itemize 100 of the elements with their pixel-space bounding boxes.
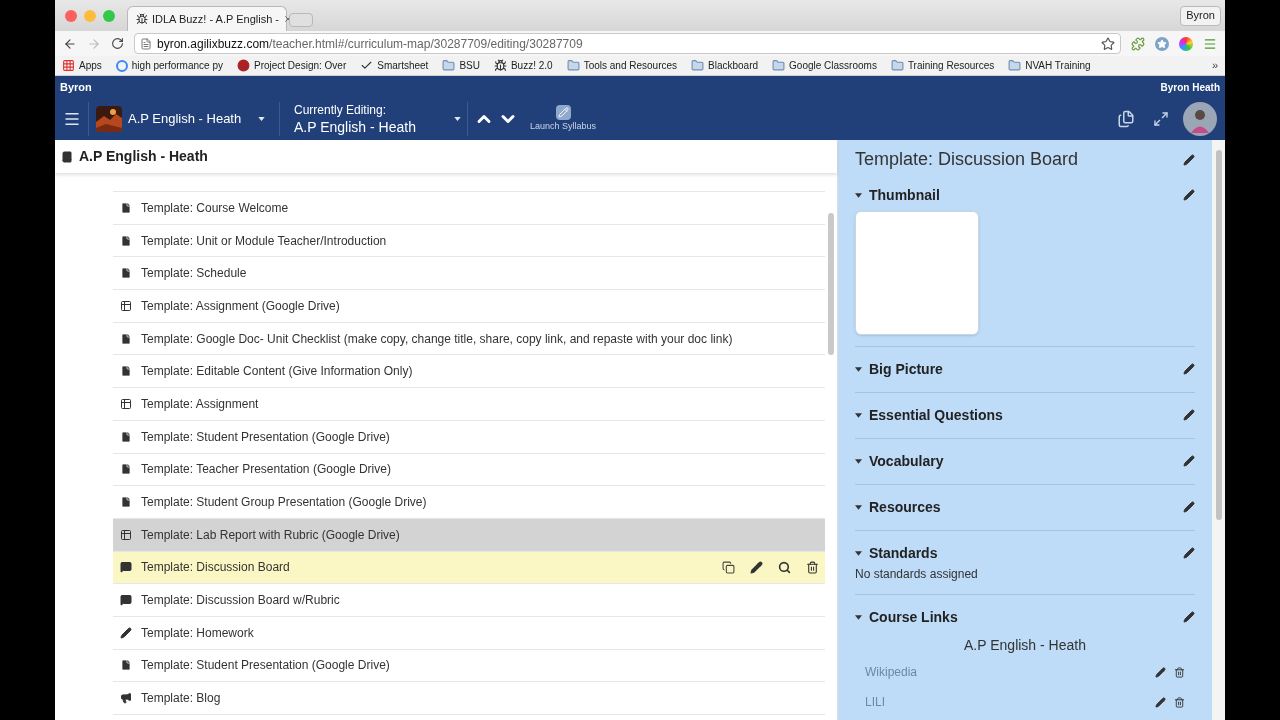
document-icon: [120, 659, 132, 672]
apps-grid-icon: [62, 59, 75, 72]
trash-icon[interactable]: [1174, 696, 1185, 708]
item-label: Template: Unit or Module Teacher/Introduction: [141, 232, 387, 250]
item-label: Template: Google Doc- Unit Checklist (make copy, change title, share, copy link, and repaste with your doc link): [141, 330, 733, 348]
folder-icon: [442, 59, 456, 72]
scrollbar-thumb[interactable]: [828, 213, 834, 355]
details-title: Template: Discussion Board: [855, 148, 1079, 171]
document-icon: [120, 496, 132, 509]
color-wheel-icon[interactable]: [1179, 36, 1193, 51]
profile-button[interactable]: Byron: [1180, 5, 1221, 26]
url-text: byron.agilixbuzz.com/teacher.html#/curriculum-map/30287709/editing/30287709: [157, 35, 583, 53]
avatar[interactable]: [1183, 102, 1217, 136]
trash-icon[interactable]: [1174, 666, 1185, 678]
speech-bubble-icon: [120, 594, 132, 607]
section-title: Vocabulary: [869, 451, 944, 471]
edit-icon[interactable]: [1183, 547, 1195, 559]
site-icon: [236, 59, 250, 72]
bookmark-link[interactable]: Buzz! 2.0: [493, 58, 553, 73]
caret-icon[interactable]: [855, 614, 862, 620]
page-icon: [140, 37, 152, 50]
bookmark-link[interactable]: Smartsheet: [360, 58, 429, 73]
expand-icon[interactable]: [1153, 111, 1169, 127]
edit-icon[interactable]: [1183, 611, 1195, 623]
bookmark-link[interactable]: Apps: [62, 58, 102, 73]
table-icon: [120, 528, 132, 541]
edit-icon[interactable]: [1155, 666, 1166, 678]
scrollbar-thumb[interactable]: [1215, 150, 1222, 520]
bookmark-link[interactable]: Project Design: Over: [236, 58, 347, 73]
item-label: Template: Editable Content (Give Information Only): [141, 363, 413, 381]
table-icon: [120, 299, 132, 312]
dropdown-caret-icon[interactable]: [258, 117, 265, 121]
folder-icon: [772, 59, 786, 72]
item-label: Template: Lab Report with Rubric (Google Drive): [141, 526, 400, 544]
outline-item[interactable]: Template: Discussion Board: [113, 551, 825, 585]
caret-icon[interactable]: [855, 412, 862, 418]
outline-title: A.P English - Heath: [79, 147, 208, 166]
edit-icon[interactable]: [1183, 189, 1195, 201]
speech-bubble-icon: [120, 561, 132, 574]
section-title: Big Picture: [869, 359, 943, 379]
tab-title: IDLA Buzz! - A.P English -: [152, 11, 279, 27]
bookmark-link[interactable]: Google Classrooms: [772, 58, 877, 73]
item-label: Template: Assignment (Google Drive): [141, 297, 340, 315]
folder-icon: [691, 59, 705, 72]
item-label: Template: Student Group Presentation (Google Drive): [141, 494, 427, 512]
bookmark-link[interactable]: BSU: [442, 58, 480, 73]
edit-icon[interactable]: [1155, 696, 1166, 708]
caret-icon[interactable]: [855, 550, 862, 556]
bookmark-link[interactable]: Blackboard: [691, 58, 759, 73]
bookmark-link[interactable]: high performance py: [115, 58, 223, 73]
user-name: Byron: [60, 79, 92, 95]
caret-icon[interactable]: [855, 458, 862, 464]
edit-icon[interactable]: [1183, 363, 1195, 375]
megaphone-icon: [120, 692, 132, 705]
trash-icon[interactable]: [806, 560, 819, 574]
caret-icon[interactable]: [855, 504, 862, 510]
item-label: Template: Student Presentation (Google Drive): [141, 657, 390, 675]
folder-icon: [890, 59, 904, 72]
caret-icon[interactable]: [855, 366, 862, 372]
menu-icon[interactable]: [63, 110, 81, 128]
bookmark-link[interactable]: NVAH Training: [1008, 58, 1091, 73]
launch-syllabus-button[interactable]: Launch Syllabus: [530, 104, 597, 134]
document-icon: [120, 234, 132, 247]
section-title: Resources: [869, 497, 941, 517]
copy-icon[interactable]: [722, 560, 735, 574]
document-icon: [120, 365, 132, 378]
bookmark-star-icon[interactable]: [1101, 36, 1115, 51]
document-icon: [120, 430, 132, 443]
edit-icon[interactable]: [1183, 501, 1195, 513]
bug-icon: [493, 59, 507, 72]
caret-icon[interactable]: [855, 192, 862, 198]
bookmark-link[interactable]: Training Resources: [890, 58, 995, 73]
browser-tab[interactable]: IDLA Buzz! - A.P English -: [127, 6, 287, 31]
bookmark-link[interactable]: Tools and Resources: [566, 58, 678, 73]
dropdown-caret-icon[interactable]: [454, 117, 461, 121]
more-bookmarks-button[interactable]: »: [1211, 57, 1218, 74]
item-label: Template: Teacher Presentation (Google Drive): [141, 461, 391, 479]
item-label: Template: Blog: [141, 690, 221, 708]
edit-icon[interactable]: [1183, 455, 1195, 467]
course-name: A.P English - Heath: [964, 637, 1086, 653]
editing-label: Currently Editing:: [294, 102, 388, 118]
table-icon: [120, 397, 132, 410]
extension-icon[interactable]: [1131, 36, 1145, 51]
reload-icon[interactable]: [111, 37, 124, 50]
back-icon[interactable]: [63, 36, 77, 51]
star-badge-icon[interactable]: [1155, 36, 1169, 51]
outline-item[interactable]: Template: Lab Report with Rubric (Google Drive): [113, 518, 825, 552]
course-title: A.P English - Heath: [128, 110, 243, 129]
edit-icon[interactable]: [750, 560, 763, 574]
section-title: Thumbnail: [869, 185, 940, 205]
item-label: Template: Schedule: [141, 265, 247, 283]
thumbnail-card[interactable]: [855, 211, 979, 335]
pencil-icon: [120, 626, 132, 639]
g-logo-icon: [115, 59, 128, 72]
search-icon[interactable]: [778, 560, 791, 574]
copy-pages-icon[interactable]: [1117, 110, 1135, 128]
note-text: No standards assigned: [855, 566, 979, 583]
edit-icon[interactable]: [1183, 153, 1195, 166]
address-field[interactable]: byron.agilixbuzz.com/teacher.html#/curriculum-map/30287709/editing/30287709: [134, 33, 1121, 54]
edit-icon[interactable]: [1183, 409, 1195, 421]
